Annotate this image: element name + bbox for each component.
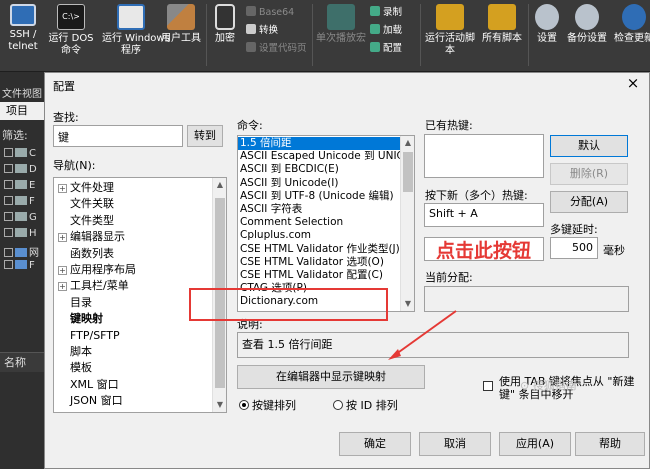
annotation-arrow-icon (388, 310, 457, 360)
annotation-text: 点击此按钮 (436, 240, 532, 262)
watermark: ⊙ 搜狐指南 (520, 379, 577, 392)
app-window: SSH / telnet C:\> 运行 DOS 命令 运行 Windows 程… (0, 0, 650, 469)
